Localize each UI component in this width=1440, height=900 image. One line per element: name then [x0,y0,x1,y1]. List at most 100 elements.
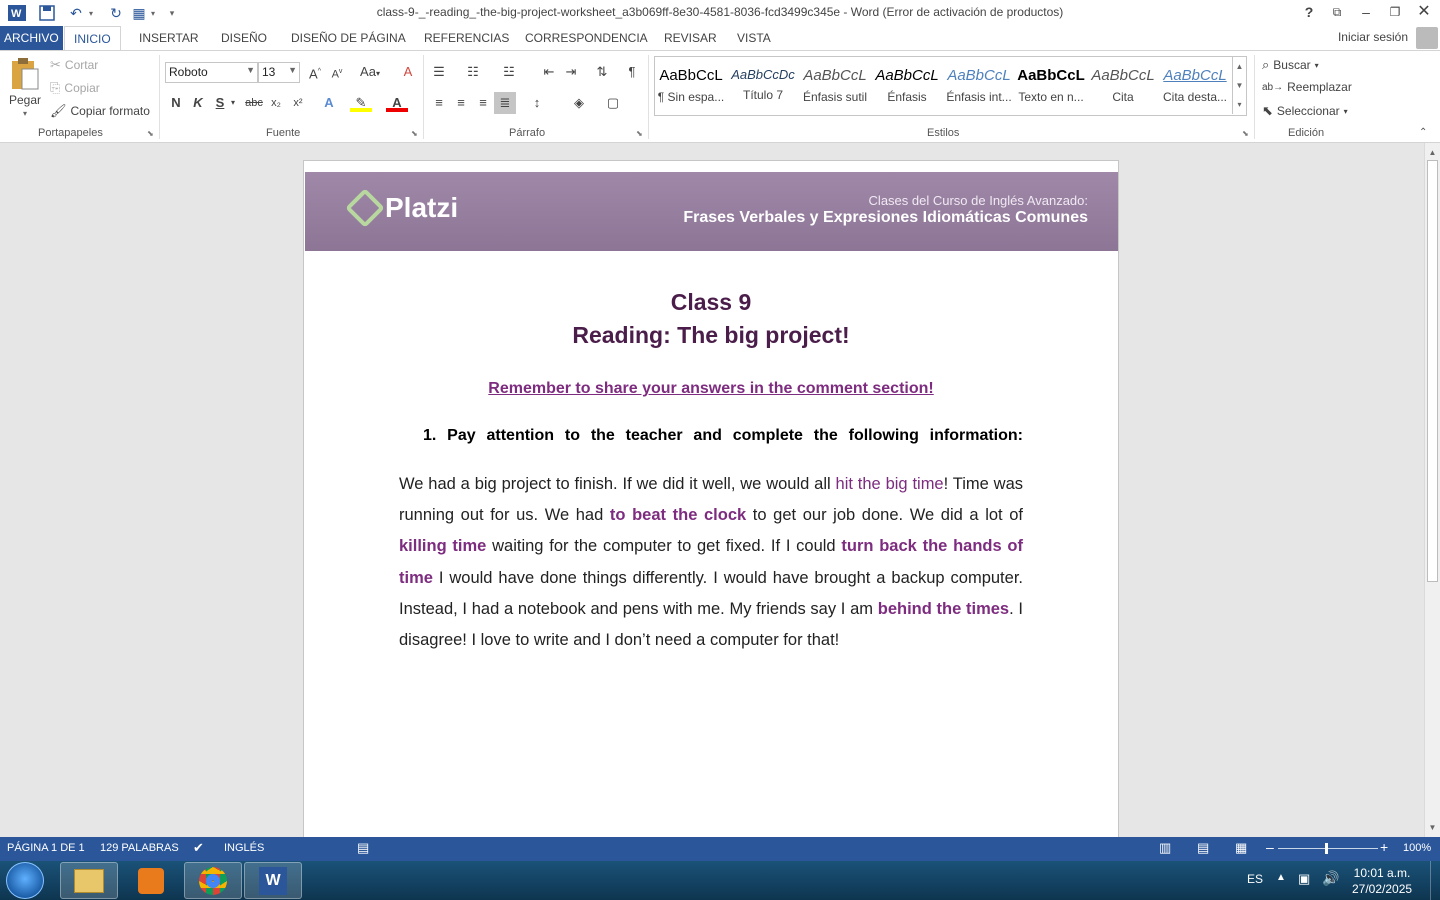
align-center-icon[interactable]: ≡ [450,92,472,114]
taskbar-word[interactable]: W [244,862,302,899]
font-family-select[interactable]: Roboto ▼ [165,62,258,83]
proofing-icon[interactable]: ✔ [193,840,204,856]
style-cita-destacada[interactable]: AaBbCcL Cita desta... [1159,57,1231,115]
taskbar-explorer[interactable] [60,862,118,899]
style-sin-espaciado[interactable]: AaBbCcL ¶ Sin espa... [655,57,727,115]
help-button[interactable]: ? [1296,2,1322,22]
tab-revisar[interactable]: REVISAR [655,26,726,50]
paste-button[interactable]: Pegar ▾ [8,57,42,118]
bullets-icon[interactable]: ☰ [428,61,450,83]
font-size-select[interactable]: 13 ▼ [258,62,300,83]
taskbar-media-player[interactable] [122,862,180,899]
style-enfasis-sutil[interactable]: AaBbCcL Énfasis sutil [799,57,871,115]
underline-dropdown-icon[interactable]: ▾ [228,92,238,114]
shading-icon[interactable]: ◈ [568,92,590,114]
font-color-icon[interactable]: A [386,92,408,112]
tab-vista[interactable]: VISTA [728,26,780,50]
tab-archivo[interactable]: ARCHIVO [0,26,63,50]
remember-link[interactable]: Remember to share your answers in the co… [304,380,1118,398]
volume-icon[interactable]: 🔊 [1322,870,1339,887]
collapse-ribbon-icon[interactable]: ⌃ [1419,127,1427,138]
format-painter-button[interactable]: 🖌 Copiar formato [50,103,150,119]
zoom-level[interactable]: 100% [1403,842,1431,854]
replace-button[interactable]: ab→ Reemplazar [1262,80,1352,94]
macro-icon[interactable]: ▤ [357,840,369,856]
style-enfasis[interactable]: AaBbCcL Énfasis [871,57,943,115]
clear-formatting-icon[interactable]: A [397,61,419,83]
clipboard-launcher-icon[interactable]: ⬊ [147,129,154,138]
clock[interactable]: 10:01 a.m. 27/02/2025 [1352,865,1412,897]
styles-scroll-up-icon[interactable]: ▲ [1232,57,1246,76]
highlight-icon[interactable]: ✎ [350,92,372,112]
restore-button[interactable]: ❐ [1382,2,1408,22]
close-button[interactable]: ✕ [1411,2,1437,22]
scrollbar-thumb[interactable] [1427,160,1438,582]
copy-button[interactable]: ⎘ Copiar [50,80,100,96]
page-count[interactable]: PÁGINA 1 DE 1 [7,842,85,854]
tab-correspondencia[interactable]: CORRESPONDENCIA [516,26,657,50]
scroll-up-icon[interactable]: ▲ [1425,145,1440,160]
sort-icon[interactable]: ⇅ [591,61,613,83]
tab-insertar[interactable]: INSERTAR [130,26,208,50]
language-indicator[interactable]: INGLÉS [224,842,264,854]
minimize-button[interactable]: – [1353,2,1379,22]
cut-button[interactable]: ✂ Cortar [50,57,98,73]
zoom-in-icon[interactable]: + [1380,839,1388,855]
bold-button[interactable]: N [165,92,187,114]
styles-more-icon[interactable]: ▾ [1232,95,1246,114]
font-launcher-icon[interactable]: ⬊ [411,129,418,138]
paste-dropdown-icon[interactable]: ▾ [23,109,27,118]
align-left-icon[interactable]: ≡ [428,92,450,114]
superscript-button[interactable]: x² [287,92,309,114]
vertical-scrollbar[interactable]: ▲ ▼ [1424,143,1440,837]
style-enfasis-intenso[interactable]: AaBbCcL Énfasis int... [943,57,1015,115]
scroll-down-icon[interactable]: ▼ [1425,820,1440,835]
find-button[interactable]: ⌕ Buscar ▾ [1262,57,1319,73]
justify-icon[interactable]: ≣ [494,92,516,114]
zoom-slider[interactable] [1278,848,1378,849]
read-mode-icon[interactable]: ▥ [1159,840,1171,856]
multilevel-list-icon[interactable]: ☳ [498,61,520,83]
text-effects-icon[interactable]: A [318,92,340,114]
numbering-icon[interactable]: ☷ [462,61,484,83]
subscript-button[interactable]: x₂ [265,92,287,114]
start-button[interactable] [6,862,44,899]
input-language[interactable]: ES [1247,872,1263,886]
zoom-slider-thumb[interactable] [1325,843,1328,854]
network-icon[interactable]: ▣ [1298,871,1310,887]
tab-referencias[interactable]: REFERENCIAS [415,26,518,50]
show-marks-icon[interactable]: ¶ [621,61,643,83]
paragraph-launcher-icon[interactable]: ⬊ [636,129,643,138]
strikethrough-button[interactable]: abc [243,92,265,114]
zoom-out-icon[interactable]: – [1266,839,1274,855]
document-canvas[interactable]: Platzi Clases del Curso de Inglés Avanza… [0,143,1424,837]
tab-diseno[interactable]: DISEÑO [212,26,276,50]
styles-launcher-icon[interactable]: ⬊ [1242,129,1249,138]
avatar[interactable] [1416,27,1438,49]
taskbar-chrome[interactable] [184,862,242,899]
decrease-indent-icon[interactable]: ⇤ [538,61,560,83]
styles-scroll-down-icon[interactable]: ▼ [1232,76,1246,95]
tab-diseno-pagina[interactable]: DISEÑO DE PÁGINA [282,26,415,50]
grow-font-icon[interactable]: A^ [304,61,326,83]
line-spacing-icon[interactable]: ↕ [526,92,548,114]
print-layout-icon[interactable]: ▤ [1197,840,1209,856]
document-page[interactable]: Platzi Clases del Curso de Inglés Avanza… [303,160,1119,837]
select-button[interactable]: ⬉ Seleccionar ▾ [1262,103,1348,119]
italic-button[interactable]: K [187,92,209,114]
change-case-button[interactable]: Aa▾ [354,61,386,83]
style-texto-negrita[interactable]: AaBbCcL Texto en n... [1015,57,1087,115]
tab-inicio[interactable]: INICIO [64,26,121,51]
web-layout-icon[interactable]: ▦ [1235,840,1247,856]
ribbon-display-options-icon[interactable]: ⧉ [1324,2,1350,22]
borders-icon[interactable]: ▢ [602,92,624,114]
style-cita[interactable]: AaBbCcL Cita [1087,57,1159,115]
increase-indent-icon[interactable]: ⇥ [560,61,582,83]
show-hidden-icons-icon[interactable]: ▲ [1276,872,1286,883]
show-desktop-button[interactable] [1430,861,1440,900]
style-titulo-7[interactable]: AaBbCcDc Título 7 [727,57,799,115]
shrink-font-icon[interactable]: Av [326,61,348,83]
align-right-icon[interactable]: ≡ [472,92,494,114]
sign-in-link[interactable]: Iniciar sesión [1338,30,1408,44]
word-count[interactable]: 129 PALABRAS [100,842,179,854]
